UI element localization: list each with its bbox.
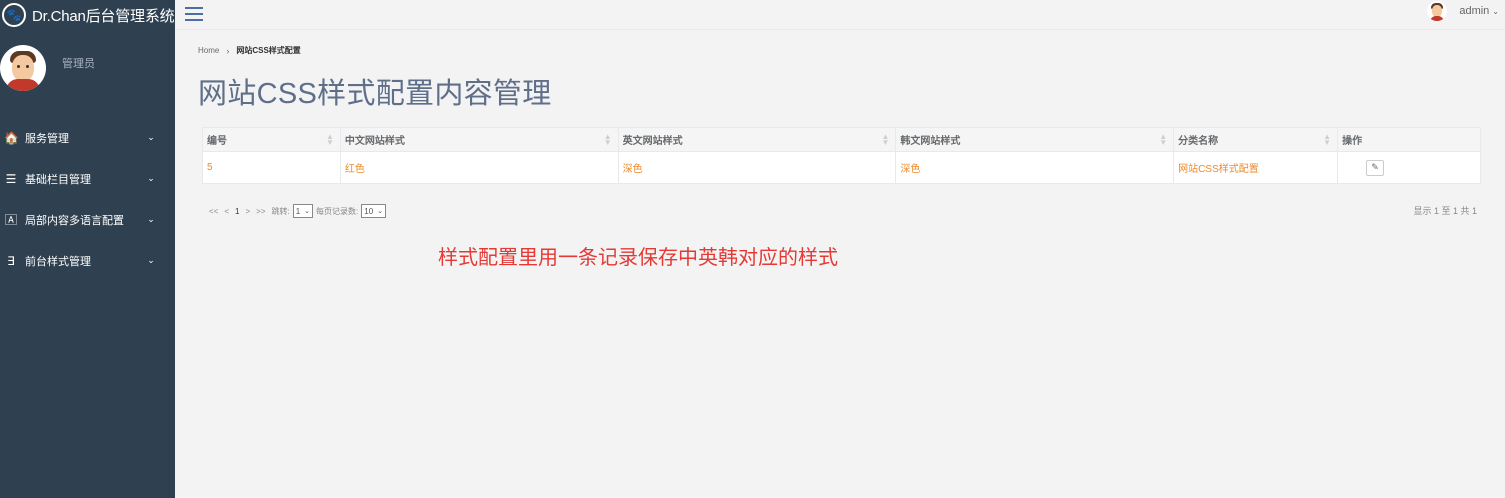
chevron-right-icon: › xyxy=(226,45,230,56)
css3-icon: ∃ xyxy=(7,253,15,268)
column-header-id[interactable]: 编号 ▲ ▼ xyxy=(202,127,341,152)
next-page-button[interactable]: > xyxy=(245,207,250,216)
sort-icon: ▲ ▼ xyxy=(881,132,890,147)
sidebar-item-styles[interactable]: ∃ 前台样式管理 ⌄ xyxy=(0,240,175,281)
annotation-note: 样式配置里用一条记录保存中英韩对应的样式 xyxy=(438,245,838,269)
first-page-button[interactable]: << xyxy=(209,207,218,216)
chevron-down-icon: ⌄ xyxy=(147,173,155,183)
user-avatar xyxy=(1427,1,1448,21)
home-icon: 🏠 xyxy=(4,130,19,145)
cell-actions: ✎ xyxy=(1337,151,1481,184)
pagination-info: 显示 1 至 1 共 1 xyxy=(1413,206,1477,216)
chevron-down-icon: ⌄ xyxy=(304,208,311,215)
app-title: Dr.Chan后台管理系统 xyxy=(32,7,175,25)
cell-id: 5 xyxy=(202,151,341,184)
chevron-down-icon: ⌄ xyxy=(377,208,384,215)
edit-icon[interactable]: ✎ xyxy=(1366,159,1385,176)
user-menu[interactable]: admin ⌄ xyxy=(1427,0,1499,22)
sidebar-nav: 🏠 服务管理 ⌄ ☰ 基础栏目管理 ⌄ 🄰 局部内容多语言配置 ⌄ ∃ 前台样式… xyxy=(0,117,175,281)
column-header-en[interactable]: 英文网站样式 ▲ ▼ xyxy=(617,127,897,152)
jump-select[interactable]: 1 ⌄ xyxy=(292,204,314,218)
jump-label: 跳转: xyxy=(271,206,290,216)
language-icon: 🄰 xyxy=(4,213,17,227)
sidebar-item-label: 前台样式管理 xyxy=(25,255,91,268)
column-header-ko[interactable]: 韩文网站样式 ▲ ▼ xyxy=(895,127,1175,152)
chevron-down-icon: ⌄ xyxy=(1492,6,1499,16)
sidebar-item-columns[interactable]: ☰ 基础栏目管理 ⌄ xyxy=(0,158,175,199)
chevron-down-icon: ⌄ xyxy=(147,255,155,265)
topbar: admin ⌄ xyxy=(175,0,1505,30)
column-header-actions: 操作 xyxy=(1337,127,1481,152)
breadcrumb-home[interactable]: Home xyxy=(198,46,219,55)
breadcrumb: Home › 网站CSS样式配置 xyxy=(198,45,301,56)
sort-icon: ▲ ▼ xyxy=(325,132,334,147)
sidebar-item-service[interactable]: 🏠 服务管理 ⌄ xyxy=(0,117,175,158)
sort-icon: ▲ ▼ xyxy=(603,132,612,147)
last-page-button[interactable]: >> xyxy=(256,207,265,216)
sidebar-item-label: 服务管理 xyxy=(25,132,69,145)
avatar[interactable] xyxy=(0,45,46,91)
page-number[interactable]: 1 xyxy=(235,207,239,216)
user-name: admin xyxy=(1459,5,1490,17)
chevron-down-icon: ⌄ xyxy=(147,132,155,142)
cell-ko: 深色 xyxy=(895,151,1175,184)
cell-category: 网站CSS样式配置 xyxy=(1173,151,1339,184)
paw-logo-icon: 🐾 xyxy=(2,3,26,27)
page-title: 网站CSS样式配置内容管理 xyxy=(198,78,552,110)
data-table: 编号 ▲ ▼ 中文网站样式 ▲ ▼ 英文网站样式 ▲ ▼ 韩文网站样式 ▲ ▼ 分类名称 ▲ ▼ 操… xyxy=(202,127,1481,184)
profile-role: 管理员 xyxy=(62,58,95,70)
cell-zh: 红色 xyxy=(339,151,619,184)
sidebar-item-language[interactable]: 🄰 局部内容多语言配置 ⌄ xyxy=(0,199,175,240)
column-header-zh[interactable]: 中文网站样式 ▲ ▼ xyxy=(339,127,619,152)
main-content: Home › 网站CSS样式配置 网站CSS样式配置内容管理 编号 ▲ ▼ 中文网站… xyxy=(175,30,1505,498)
cell-en: 深色 xyxy=(617,151,897,184)
sort-icon: ▲ ▼ xyxy=(1323,132,1332,147)
list-icon: ☰ xyxy=(5,171,17,186)
menu-toggle-icon[interactable] xyxy=(185,7,203,21)
sidebar-item-label: 基础栏目管理 xyxy=(25,173,91,186)
page-size-select[interactable]: 10 ⌄ xyxy=(361,204,387,218)
sidebar-item-label: 局部内容多语言配置 xyxy=(25,214,124,227)
chevron-down-icon: ⌄ xyxy=(147,214,155,224)
pagination: << < 1 > >> 跳转: 1 ⌄ 每页记录数: 10 ⌄ xyxy=(209,204,389,218)
prev-page-button[interactable]: < xyxy=(224,207,229,216)
sort-icon: ▲ ▼ xyxy=(1159,132,1168,147)
page-size-label: 每页记录数: xyxy=(316,206,359,216)
breadcrumb-current: 网站CSS样式配置 xyxy=(236,46,301,55)
column-header-category[interactable]: 分类名称 ▲ ▼ xyxy=(1173,127,1339,152)
profile: 管理员 xyxy=(0,42,175,94)
table-header-row: 编号 ▲ ▼ 中文网站样式 ▲ ▼ 英文网站样式 ▲ ▼ 韩文网站样式 ▲ ▼ 分类名称 ▲ ▼ 操… xyxy=(202,127,1481,152)
brand[interactable]: 🐾 Dr.Chan后台管理系统 xyxy=(0,0,175,30)
sidebar: 🐾 Dr.Chan后台管理系统 管理员 🏠 服务管理 ⌄ ☰ 基础栏目管理 ⌄ … xyxy=(0,0,175,498)
table-row: 5 红色 深色 深色 网站CSS样式配置 ✎ xyxy=(202,151,1481,184)
